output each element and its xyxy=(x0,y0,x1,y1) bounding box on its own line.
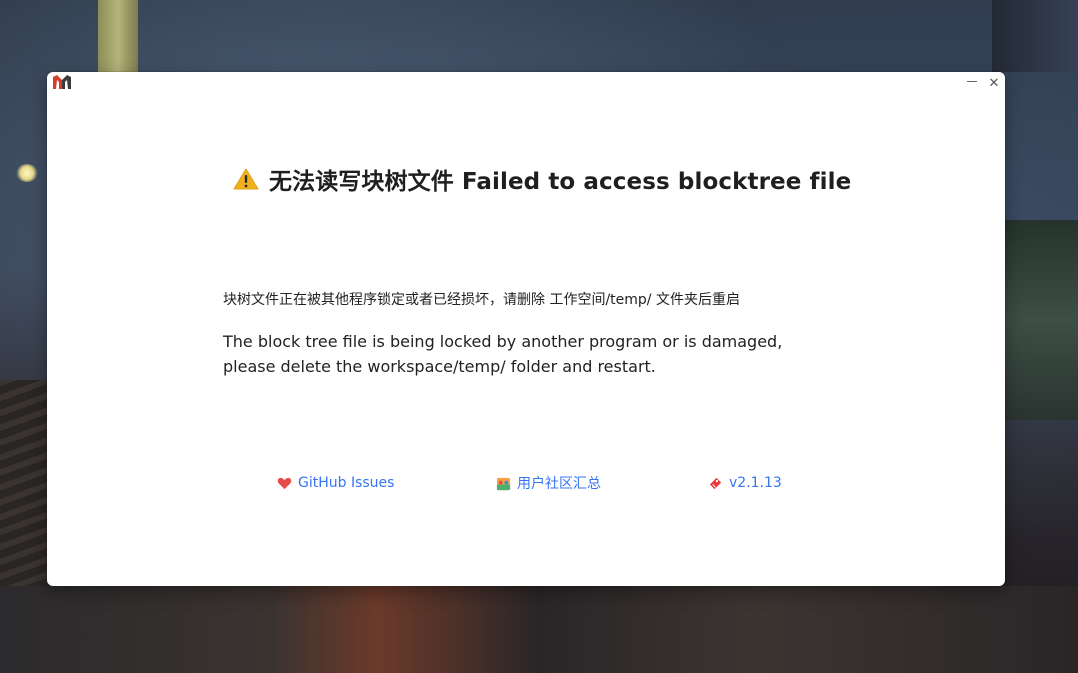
version-label: v2.1.13 xyxy=(729,475,782,491)
warning-icon xyxy=(233,168,259,190)
wallpaper-building xyxy=(992,0,1078,72)
close-icon: ✕ xyxy=(988,76,1000,91)
version-link[interactable]: v2.1.13 xyxy=(708,472,782,494)
wallpaper-pole xyxy=(98,0,138,72)
dialog-title-text: 无法读写块树文件 Failed to access blocktree file xyxy=(269,169,852,195)
heart-icon xyxy=(277,477,292,489)
siyuan-logo-icon xyxy=(53,75,71,89)
community-label: 用户社区汇总 xyxy=(517,476,601,492)
message-english: The block tree file is being locked by a… xyxy=(223,332,783,376)
ticket-icon xyxy=(709,477,722,489)
community-icon xyxy=(496,477,511,490)
minimize-button[interactable] xyxy=(963,74,981,90)
dialog-title: 无法读写块树文件 Failed to access blocktree file xyxy=(233,162,873,196)
github-issues-link[interactable]: GitHub Issues xyxy=(277,472,394,494)
github-issues-label: GitHub Issues xyxy=(298,475,395,491)
error-dialog-window: ✕ 无法读写块树文件 Failed to access blocktree fi… xyxy=(47,72,1005,586)
footer-links: GitHub Issues 用户社区汇总 v2.1.13 xyxy=(47,472,1005,494)
desktop-wallpaper: ✕ 无法读写块树文件 Failed to access blocktree fi… xyxy=(0,0,1078,673)
close-button[interactable]: ✕ xyxy=(985,74,1003,91)
wallpaper-lamp xyxy=(16,164,38,182)
community-link[interactable]: 用户社区汇总 xyxy=(496,472,601,494)
wallpaper-trees xyxy=(1005,220,1078,420)
wallpaper-ground xyxy=(0,586,1078,673)
message-chinese: 块树文件正在被其他程序锁定或者已经损坏，请删除 工作空间/temp/ 文件夹后重… xyxy=(223,292,740,308)
wallpaper-tracks xyxy=(0,380,48,610)
